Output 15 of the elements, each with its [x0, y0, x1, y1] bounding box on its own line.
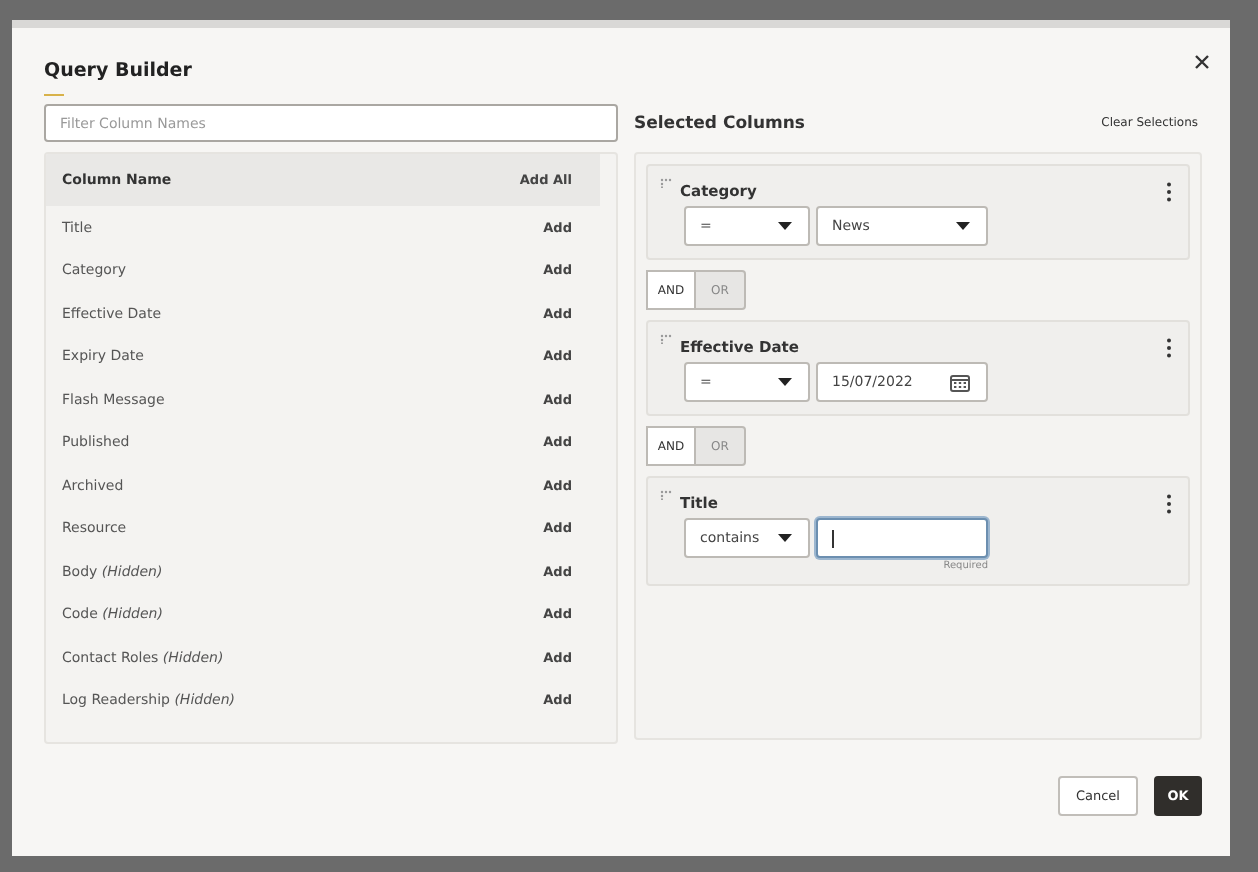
caret-icon: [778, 222, 792, 230]
caret-icon: [956, 222, 970, 230]
caret-icon: [778, 534, 792, 542]
drag-handle-icon[interactable]: [660, 490, 672, 500]
caret-icon: [778, 378, 792, 386]
more-options-icon[interactable]: [1166, 494, 1172, 514]
input-field[interactable]: [816, 518, 988, 558]
calendar-icon[interactable]: [950, 373, 970, 391]
drag-handle-icon[interactable]: [660, 178, 672, 188]
more-options-icon[interactable]: [1166, 338, 1172, 358]
selected-columns-title: Selected Columns: [634, 113, 805, 133]
close-icon[interactable]: [1194, 54, 1210, 70]
more-options-icon[interactable]: [1166, 182, 1172, 202]
drag-handle-icon[interactable]: [660, 334, 672, 344]
dialog-title: Query Builder: [44, 60, 192, 82]
